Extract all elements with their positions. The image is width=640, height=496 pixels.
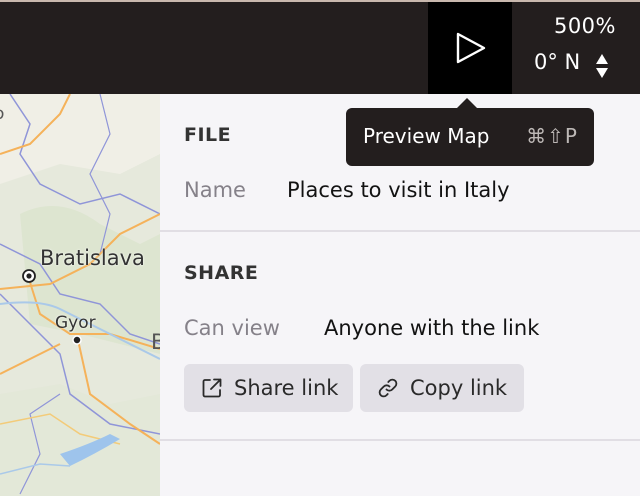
zoom-level[interactable]: 500% (554, 14, 616, 38)
section-divider (160, 230, 640, 232)
copy-link-label: Copy link (410, 376, 508, 400)
map-label-partial-top: o (0, 104, 4, 124)
section-divider (160, 439, 640, 441)
map-name-field[interactable]: Places to visit in Italy (287, 178, 510, 202)
can-view-setting[interactable]: Anyone with the link (324, 316, 539, 340)
share-link-button[interactable]: Share link (184, 364, 353, 412)
preview-map-tooltip: Preview Map ⌘⇧P (346, 98, 594, 166)
name-label: Name (184, 178, 246, 202)
play-icon (456, 32, 486, 64)
share-link-label: Share link (234, 376, 339, 400)
map-view-controls: 500% (512, 2, 640, 94)
tooltip-label: Preview Map (363, 124, 490, 148)
can-view-label: Can view (184, 316, 280, 340)
map-label-partial-right: B (151, 330, 160, 354)
map-background (0, 94, 160, 496)
top-toolbar: 500% 0° N (0, 0, 640, 94)
share-section-title: SHARE (184, 262, 259, 284)
preview-map-button[interactable] (428, 2, 512, 94)
map-canvas[interactable]: o Bratislava Gyor B (0, 94, 160, 496)
heading-stepper-icon[interactable] (595, 52, 609, 80)
map-label-bratislava: Bratislava (40, 246, 145, 270)
heading-readout[interactable]: 0° N (534, 50, 580, 74)
external-link-icon (202, 378, 222, 398)
copy-link-button[interactable]: Copy link (360, 364, 524, 412)
tooltip-arrow (457, 98, 477, 108)
link-icon (378, 378, 398, 398)
keyboard-shortcut: ⌘⇧P (526, 124, 578, 148)
file-section-title: FILE (184, 124, 232, 146)
map-label-gyor: Gyor (55, 313, 96, 333)
